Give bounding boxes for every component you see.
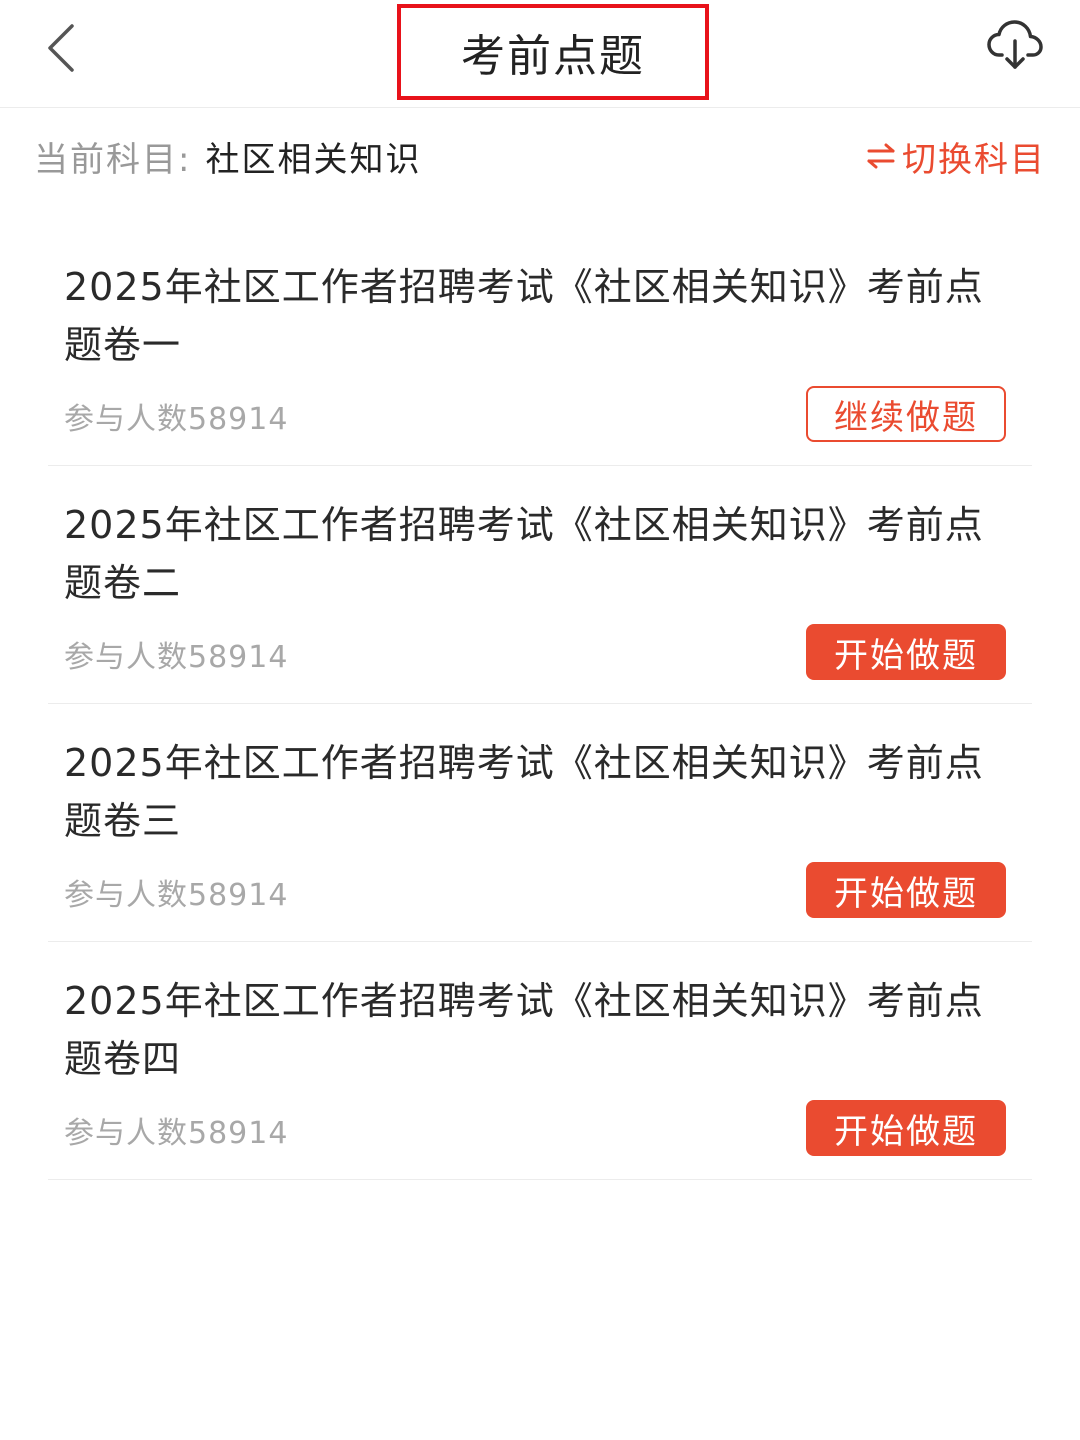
paper-title: 2025年社区工作者招聘考试《社区相关知识》考前点题卷二 [64,503,984,605]
participant-count: 参与人数58914 [64,402,289,437]
participant-count: 参与人数58914 [64,1116,289,1151]
start-practice-button[interactable]: 开始做题 [806,624,1006,680]
chevron-left-icon [48,24,74,72]
start-practice-button[interactable]: 开始做题 [806,1100,1006,1156]
paper-title: 2025年社区工作者招聘考试《社区相关知识》考前点题卷四 [64,979,984,1081]
list-item[interactable]: 2025年社区工作者招聘考试《社区相关知识》考前点题卷一 参与人数58914 继… [48,228,1032,466]
list-item[interactable]: 2025年社区工作者招聘考试《社区相关知识》考前点题卷二 参与人数58914 开… [48,466,1032,704]
continue-practice-button[interactable]: 继续做题 [806,386,1006,442]
switch-subject-label: 切换科目 [902,139,1046,180]
top-nav-bar: 考前点题 [0,0,1080,108]
page-title: 考前点题 [461,31,645,82]
subject-label: 当前科目: [34,139,192,180]
participant-count: 参与人数58914 [64,878,289,913]
subject-value: 社区相关知识 [205,139,422,180]
download-button[interactable] [984,14,1046,76]
back-button[interactable] [30,18,90,78]
swap-arrows-icon [866,142,896,170]
start-practice-button[interactable]: 开始做题 [806,862,1006,918]
participant-count: 参与人数58914 [64,640,289,675]
title-highlight-box: 考前点题 [397,4,709,100]
subject-bar: 当前科目: 社区相关知识 切换科目 [0,108,1080,204]
paper-title: 2025年社区工作者招聘考试《社区相关知识》考前点题卷一 [64,265,984,367]
list-item[interactable]: 2025年社区工作者招聘考试《社区相关知识》考前点题卷四 参与人数58914 开… [48,942,1032,1180]
switch-subject-button[interactable]: 切换科目 [866,108,1046,204]
list-item[interactable]: 2025年社区工作者招聘考试《社区相关知识》考前点题卷三 参与人数58914 开… [48,704,1032,942]
paper-title: 2025年社区工作者招聘考试《社区相关知识》考前点题卷三 [64,741,984,843]
cloud-download-icon [987,20,1043,69]
paper-list: 2025年社区工作者招聘考试《社区相关知识》考前点题卷一 参与人数58914 继… [48,228,1032,1180]
